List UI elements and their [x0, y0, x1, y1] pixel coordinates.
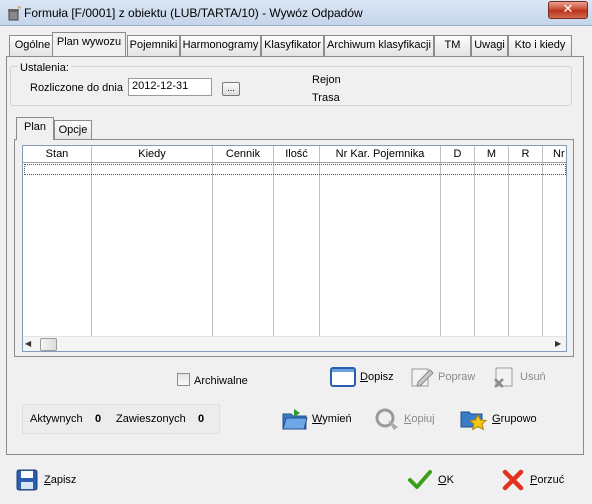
copy-icon: [375, 408, 398, 430]
column-divider: [542, 163, 543, 337]
column-divider: [212, 163, 213, 337]
plan-table[interactable]: Stan Kiedy Cennik Ilość Nr Kar. Pojemnik…: [22, 145, 567, 352]
horizontal-scrollbar[interactable]: ◀ ▶: [23, 336, 566, 351]
delete-document-icon: [494, 367, 513, 388]
save-floppy-icon: [16, 469, 38, 491]
column-divider: [474, 163, 475, 337]
checkmark-icon: [408, 470, 432, 489]
tab-tm[interactable]: TM: [434, 35, 471, 56]
scroll-thumb[interactable]: [40, 338, 57, 351]
column-divider: [273, 163, 274, 337]
usun-label: Usuń: [520, 371, 546, 383]
aktywnych-label: Aktywnych: [30, 413, 83, 425]
column-header-nr-kar-pojemnika[interactable]: Nr Kar. Pojemnika: [320, 146, 441, 162]
date-browse-button[interactable]: ...: [222, 82, 240, 96]
porzuc-label: Porzuć: [530, 474, 565, 486]
rejon-label: Rejon: [312, 74, 341, 86]
tab-plan[interactable]: Plan: [16, 117, 54, 140]
tab-uwagi[interactable]: Uwagi: [471, 35, 508, 56]
zapisz-label: Zapisz: [44, 474, 77, 486]
folder-swap-icon: [282, 409, 308, 430]
close-button[interactable]: ✕: [548, 1, 588, 19]
tab-klasyfikator[interactable]: Klasyfikator: [261, 35, 324, 56]
scroll-right-arrow-icon[interactable]: ▶: [555, 339, 561, 348]
column-header-d[interactable]: D: [441, 146, 475, 162]
tab-opcje[interactable]: Opcje: [54, 120, 92, 140]
archiwalne-label: Archiwalne: [194, 375, 248, 387]
column-header-m[interactable]: M: [475, 146, 509, 162]
archiwalne-checkbox[interactable]: [177, 373, 190, 386]
column-header-ilosc[interactable]: Ilość: [274, 146, 320, 162]
kopiuj-label: Kopiuj: [404, 413, 435, 425]
wymien-button[interactable]: Wymień: [282, 405, 352, 433]
column-divider: [508, 163, 509, 337]
zawieszonych-label: Zawieszonych: [116, 413, 186, 425]
grupowo-label: Grupowo: [492, 413, 537, 425]
tab-plan-wywozu[interactable]: Plan wywozu: [52, 32, 126, 56]
popraw-button[interactable]: Popraw: [410, 363, 475, 391]
new-document-icon: [330, 367, 356, 387]
column-header-nr[interactable]: Nr: [543, 146, 566, 162]
trasa-label: Trasa: [312, 92, 340, 104]
column-header-kiedy[interactable]: Kiedy: [92, 146, 213, 162]
tab-kto-i-kiedy[interactable]: Kto i kiedy: [508, 35, 572, 56]
column-divider: [319, 163, 320, 337]
popraw-label: Popraw: [438, 371, 476, 383]
column-divider: [91, 163, 92, 337]
app-icon: [8, 6, 21, 21]
window-title: Formuła [F/0001] z obiektu (LUB/TARTA/10…: [24, 6, 363, 20]
dopisz-label: Dopisz: [360, 371, 394, 383]
column-divider: [440, 163, 441, 337]
cancel-x-icon: [502, 469, 524, 491]
tab-archiwum-klasyfikacji[interactable]: Archiwum klasyfikacji: [324, 35, 434, 56]
column-header-stan[interactable]: Stan: [23, 146, 92, 162]
tab-pojemniki[interactable]: Pojemniki: [127, 35, 180, 56]
grupowo-button[interactable]: Grupowo: [460, 405, 537, 433]
kopiuj-button[interactable]: Kopiuj: [374, 405, 435, 433]
scroll-left-arrow-icon[interactable]: ◀: [25, 339, 31, 348]
focus-row[interactable]: [24, 164, 566, 175]
usun-button[interactable]: Usuń: [492, 363, 546, 391]
dopisz-button[interactable]: Dopisz: [330, 363, 394, 391]
edit-pencil-icon: [411, 368, 434, 387]
ok-label: OK: [438, 474, 454, 486]
tab-harmonogramy[interactable]: Harmonogramy: [180, 35, 261, 56]
table-header: Stan Kiedy Cennik Ilość Nr Kar. Pojemnik…: [23, 146, 566, 163]
porzuc-button[interactable]: Porzuć: [502, 466, 564, 494]
wymien-label: Wymień: [312, 413, 352, 425]
rozliczone-label: Rozliczone do dnia: [30, 82, 123, 94]
folder-star-icon: [460, 411, 488, 431]
ustalenia-label: Ustalenia:: [18, 62, 71, 74]
tab-ogolne[interactable]: Ogólne: [9, 35, 56, 56]
column-header-cennik[interactable]: Cennik: [213, 146, 274, 162]
zawieszonych-count: 0: [198, 413, 205, 425]
rozliczone-date-field[interactable]: 2012-12-31: [128, 78, 212, 96]
title-bar: Formuła [F/0001] z obiektu (LUB/TARTA/10…: [0, 0, 592, 26]
aktywnych-count: 0: [95, 413, 102, 425]
ok-button[interactable]: OK: [408, 466, 454, 494]
zapisz-button[interactable]: Zapisz: [16, 466, 76, 494]
column-header-r[interactable]: R: [509, 146, 543, 162]
